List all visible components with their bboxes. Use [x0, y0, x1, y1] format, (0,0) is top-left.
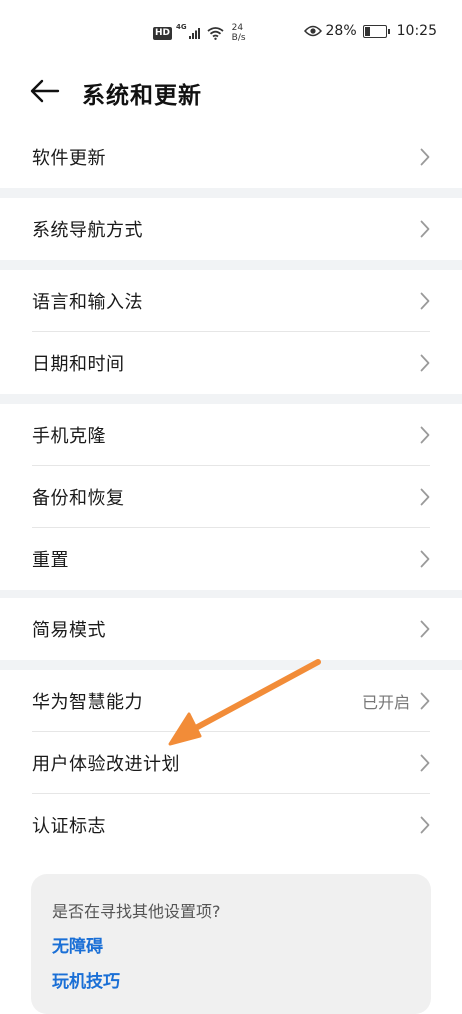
settings-item-label: 用户体验改进计划	[32, 754, 180, 775]
speed-unit: B/s	[231, 33, 246, 43]
battery-icon	[362, 24, 390, 38]
suggestion-title: 是否在寻找其他设置项?	[52, 902, 221, 921]
settings-item-label: 华为智慧能力	[32, 692, 143, 713]
suggestion-link-accessibility[interactable]: 无障碍	[52, 932, 103, 957]
chevron-right-icon	[420, 550, 430, 568]
network-speed: 24 B/s	[232, 23, 246, 43]
settings-item-status: 已开启	[361, 693, 410, 712]
group-separator	[0, 660, 462, 670]
group-separator	[0, 394, 462, 404]
status-time: 10:25	[396, 23, 437, 39]
settings-item-label: 备份和恢复	[32, 488, 125, 509]
settings-group-6: 华为智慧能力 已开启 用户体验改进计划 认证标志	[0, 670, 462, 856]
settings-item-label: 重置	[32, 550, 69, 571]
settings-item-simple-mode[interactable]: 简易模式	[0, 598, 462, 660]
wifi-icon	[207, 26, 224, 40]
settings-item-language-input[interactable]: 语言和输入法	[0, 270, 462, 332]
chevron-right-icon	[420, 754, 430, 772]
settings-group-4: 手机克隆 备份和恢复 重置	[0, 404, 462, 590]
settings-group-3: 语言和输入法 日期和时间	[0, 270, 462, 394]
chevron-right-icon	[420, 292, 430, 310]
chevron-right-icon	[420, 816, 430, 834]
battery-fill	[364, 26, 370, 36]
settings-item-user-experience[interactable]: 用户体验改进计划	[0, 732, 462, 794]
settings-group-1: 软件更新	[0, 126, 462, 188]
hd-badge: HD	[153, 26, 173, 40]
signal-icon	[188, 28, 200, 39]
back-button[interactable]	[28, 76, 62, 106]
settings-item-phone-clone[interactable]: 手机克隆	[0, 404, 462, 466]
settings-group-2: 系统导航方式	[0, 198, 462, 260]
status-icons: HD 4G 24 B/s	[153, 22, 246, 44]
chevron-right-icon	[420, 692, 430, 710]
page-title: 系统和更新	[82, 83, 202, 109]
settings-item-date-time[interactable]: 日期和时间	[0, 332, 462, 394]
status-right: 28% 10:25	[303, 23, 437, 39]
settings-group-5: 简易模式	[0, 598, 462, 660]
group-separator	[0, 260, 462, 270]
settings-item-label: 认证标志	[32, 816, 106, 837]
chevron-right-icon	[420, 620, 430, 638]
battery-percent: 28%	[325, 23, 357, 39]
settings-item-reset[interactable]: 重置	[0, 528, 462, 590]
settings-item-backup-restore[interactable]: 备份和恢复	[0, 466, 462, 528]
suggestion-card: 是否在寻找其他设置项? 无障碍 玩机技巧	[31, 874, 431, 1014]
settings-item-label: 手机克隆	[32, 426, 106, 447]
chevron-right-icon	[420, 220, 430, 238]
settings-item-label: 语言和输入法	[32, 292, 143, 313]
settings-item-label: 系统导航方式	[32, 220, 143, 241]
settings-item-certification[interactable]: 认证标志	[0, 794, 462, 856]
settings-item-label: 日期和时间	[32, 354, 125, 375]
settings-item-huawei-ai[interactable]: 华为智慧能力 已开启	[0, 670, 462, 732]
arrow-left-icon	[30, 79, 60, 103]
speed-value: 24	[231, 23, 244, 33]
chevron-right-icon	[420, 354, 430, 372]
header: 系统和更新	[0, 66, 462, 120]
settings-item-label: 软件更新	[32, 148, 106, 169]
chevron-right-icon	[420, 148, 430, 166]
suggestion-link-tips[interactable]: 玩机技巧	[52, 967, 120, 992]
group-separator	[0, 188, 462, 198]
eye-icon	[303, 25, 322, 37]
network-type: 4G	[176, 23, 187, 31]
status-bar: HD 4G 24 B/s 28% 10:25	[0, 0, 462, 66]
chevron-right-icon	[420, 426, 430, 444]
settings-item-system-navigation[interactable]: 系统导航方式	[0, 198, 462, 260]
settings-item-label: 简易模式	[32, 620, 106, 641]
chevron-right-icon	[420, 488, 430, 506]
settings-item-software-update[interactable]: 软件更新	[0, 126, 462, 188]
